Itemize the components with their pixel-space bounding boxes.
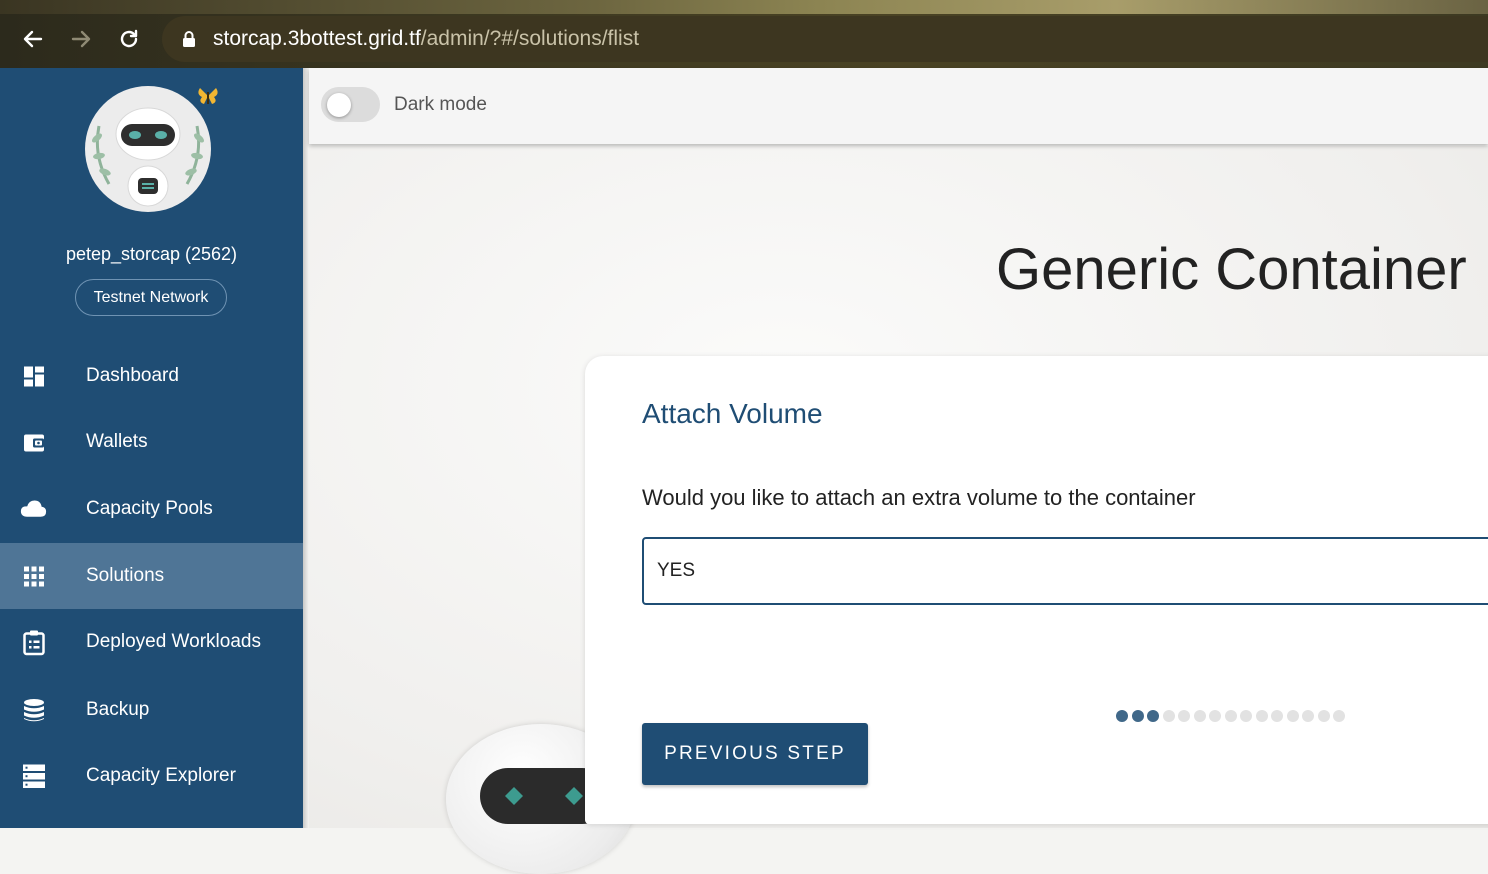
wallet-icon <box>20 429 47 456</box>
step-dot-complete <box>1131 710 1144 722</box>
sidebar-item-backup[interactable]: Backup <box>0 677 303 743</box>
butterfly-icon <box>198 88 218 104</box>
url-path: /admin/?#/solutions/flist <box>420 27 640 50</box>
database-icon <box>20 697 47 724</box>
reload-icon <box>120 29 138 48</box>
sidebar-item-label: Solutions <box>86 565 165 586</box>
attach-volume-field[interactable] <box>642 537 1488 605</box>
apps-grid-icon <box>20 563 47 590</box>
back-button[interactable] <box>16 22 50 56</box>
sidebar-item-solutions[interactable]: Solutions <box>0 543 303 609</box>
sidebar-item-label: Backup <box>86 699 150 720</box>
browser-tab-strip <box>0 0 1488 14</box>
robot-eye-icon <box>505 787 523 805</box>
step-dot-pending <box>1286 710 1299 722</box>
url-text: storcap.3bottest.grid.tf/admin/?#/soluti… <box>213 27 639 51</box>
dark-mode-toggle[interactable] <box>321 87 380 122</box>
avatar <box>85 86 211 212</box>
sidebar-item-label: Deployed Workloads <box>86 631 261 652</box>
step-dot-pending <box>1209 710 1221 722</box>
step-dot-pending <box>1333 710 1345 722</box>
robot-eye-icon <box>565 787 583 805</box>
forward-button[interactable] <box>64 22 98 56</box>
robot-avatar-image <box>92 107 204 207</box>
sidebar-item-label: Capacity Pools <box>86 498 213 519</box>
storage-icon <box>20 763 47 790</box>
step-dot-pending <box>1178 710 1190 722</box>
step-dot-complete <box>1147 710 1159 722</box>
lock-icon <box>183 31 195 47</box>
dark-mode-label: Dark mode <box>394 94 487 115</box>
step-dot-complete <box>1116 710 1128 722</box>
sidebar: petep_storcap (2562) Testnet Network Das… <box>0 68 303 828</box>
sidebar-item-deployed-workloads[interactable]: Deployed Workloads <box>0 609 303 675</box>
top-bar: Dark mode <box>309 68 1488 144</box>
sidebar-item-label: Dashboard <box>86 365 179 386</box>
reload-button[interactable] <box>112 22 146 56</box>
sidebar-item-capacity-pools[interactable]: Capacity Pools <box>0 476 303 542</box>
clipboard-list-icon <box>20 629 47 656</box>
step-dot-pending <box>1255 710 1268 722</box>
step-dot-pending <box>1162 710 1175 722</box>
step-card: Attach Volume Would you like to attach a… <box>585 356 1488 824</box>
step-dot-pending <box>1302 710 1314 722</box>
question-label: Would you like to attach an extra volume… <box>642 485 1196 510</box>
arrow-right-icon <box>71 30 91 48</box>
step-dot-pending <box>1193 710 1206 722</box>
cloud-icon <box>20 496 47 523</box>
address-bar[interactable]: storcap.3bottest.grid.tf/admin/?#/soluti… <box>162 16 1488 62</box>
previous-step-button[interactable]: PREVIOUS STEP <box>642 723 868 785</box>
page-title: Generic Container <box>996 237 1467 302</box>
url-host: storcap.3bottest.grid.tf <box>213 27 421 50</box>
network-badge: Testnet Network <box>75 279 227 316</box>
sidebar-item-capacity-explorer[interactable]: Capacity Explorer <box>0 743 303 809</box>
browser-toolbar: storcap.3bottest.grid.tf/admin/?#/soluti… <box>0 0 1488 68</box>
sidebar-item-wallets[interactable]: Wallets <box>0 409 303 475</box>
toggle-knob <box>327 93 351 117</box>
sidebar-item-dashboard[interactable]: Dashboard <box>0 343 303 409</box>
step-dot-pending <box>1240 710 1252 722</box>
dashboard-icon <box>20 363 47 390</box>
step-dot-pending <box>1271 710 1283 722</box>
step-dot-pending <box>1224 710 1237 722</box>
step-dot-pending <box>1317 710 1330 722</box>
step-progress <box>1116 710 1345 722</box>
sidebar-item-label: Capacity Explorer <box>86 765 236 786</box>
username: petep_storcap (2562) <box>65 244 238 264</box>
card-title: Attach Volume <box>642 398 823 429</box>
arrow-left-icon <box>23 30 43 48</box>
sidebar-item-label: Wallets <box>86 431 148 452</box>
